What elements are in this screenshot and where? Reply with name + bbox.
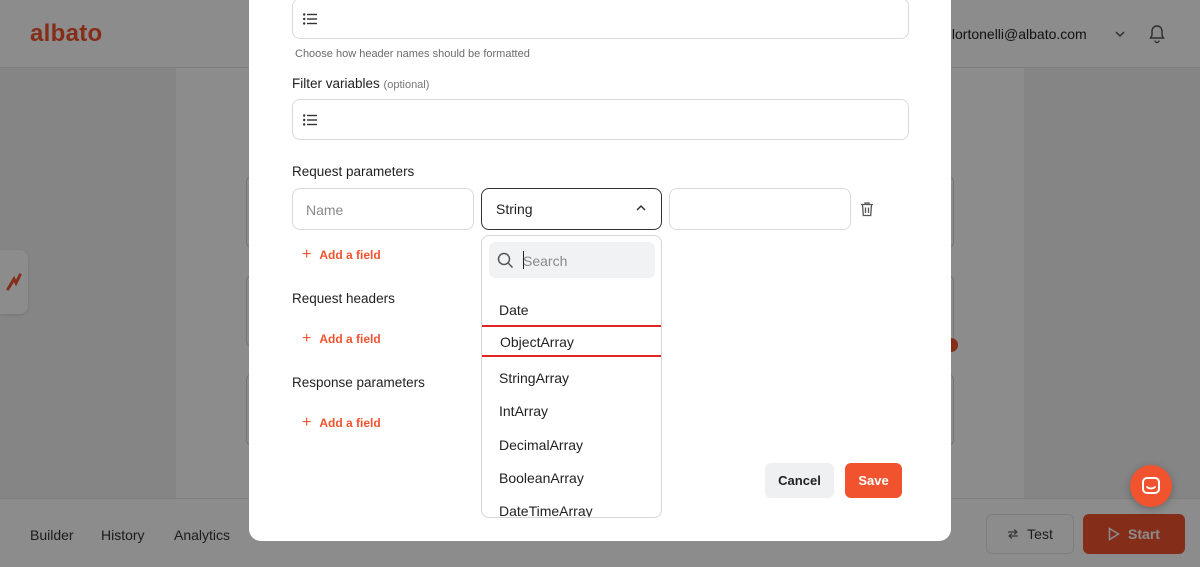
- text-cursor: [523, 251, 524, 269]
- type-option-stringarray[interactable]: StringArray: [482, 361, 661, 393]
- type-option-datetimearray[interactable]: DateTimeArray: [482, 494, 661, 517]
- request-parameters-label: Request parameters: [292, 164, 415, 179]
- type-option-intarray[interactable]: IntArray: [482, 394, 661, 426]
- header-format-hint: Choose how header names should be format…: [295, 48, 530, 60]
- add-response-parameter-button[interactable]: + Add a field: [302, 414, 381, 431]
- type-option-booleanarray[interactable]: BooleanArray: [482, 461, 661, 493]
- response-parameters-label: Response parameters: [292, 375, 425, 390]
- chat-launcher[interactable]: [1130, 465, 1172, 507]
- header-format-select[interactable]: [292, 0, 909, 39]
- add-field-label: Add a field: [319, 332, 381, 346]
- filter-variables-label: Filter variables (optional): [292, 76, 429, 91]
- chat-icon: [1142, 477, 1160, 494]
- plus-icon: +: [302, 330, 312, 347]
- parameter-type-value: String: [496, 201, 533, 217]
- parameter-name-input[interactable]: Name: [292, 188, 474, 230]
- request-headers-label: Request headers: [292, 291, 395, 306]
- dropdown-search-input[interactable]: Search: [489, 242, 655, 278]
- search-placeholder: Search: [523, 253, 568, 269]
- type-option-decimalarray[interactable]: DecimalArray: [482, 428, 661, 460]
- list-icon: [303, 13, 317, 25]
- filter-variables-select[interactable]: [292, 99, 909, 140]
- cancel-button[interactable]: Cancel: [765, 463, 834, 498]
- parameter-value-input[interactable]: [669, 188, 851, 230]
- plus-icon: +: [302, 246, 312, 263]
- add-field-label: Add a field: [319, 416, 381, 430]
- save-button[interactable]: Save: [845, 463, 902, 498]
- add-request-header-button[interactable]: + Add a field: [302, 330, 381, 347]
- parameter-type-select[interactable]: String: [481, 188, 662, 230]
- type-option-date[interactable]: Date: [482, 293, 661, 325]
- search-icon: [497, 252, 514, 269]
- type-option-objectarray[interactable]: ObjectArray: [482, 325, 661, 357]
- list-icon: [303, 114, 317, 126]
- add-request-parameter-button[interactable]: + Add a field: [302, 246, 381, 263]
- plus-icon: +: [302, 414, 312, 431]
- optional-tag: (optional): [383, 79, 430, 91]
- filter-variables-title: Filter variables: [292, 76, 380, 91]
- add-field-label: Add a field: [319, 248, 381, 262]
- chevron-up-icon: [636, 204, 646, 211]
- type-dropdown-menu: Search Date ObjectArray StringArray IntA…: [481, 235, 662, 518]
- trash-icon[interactable]: [858, 200, 876, 218]
